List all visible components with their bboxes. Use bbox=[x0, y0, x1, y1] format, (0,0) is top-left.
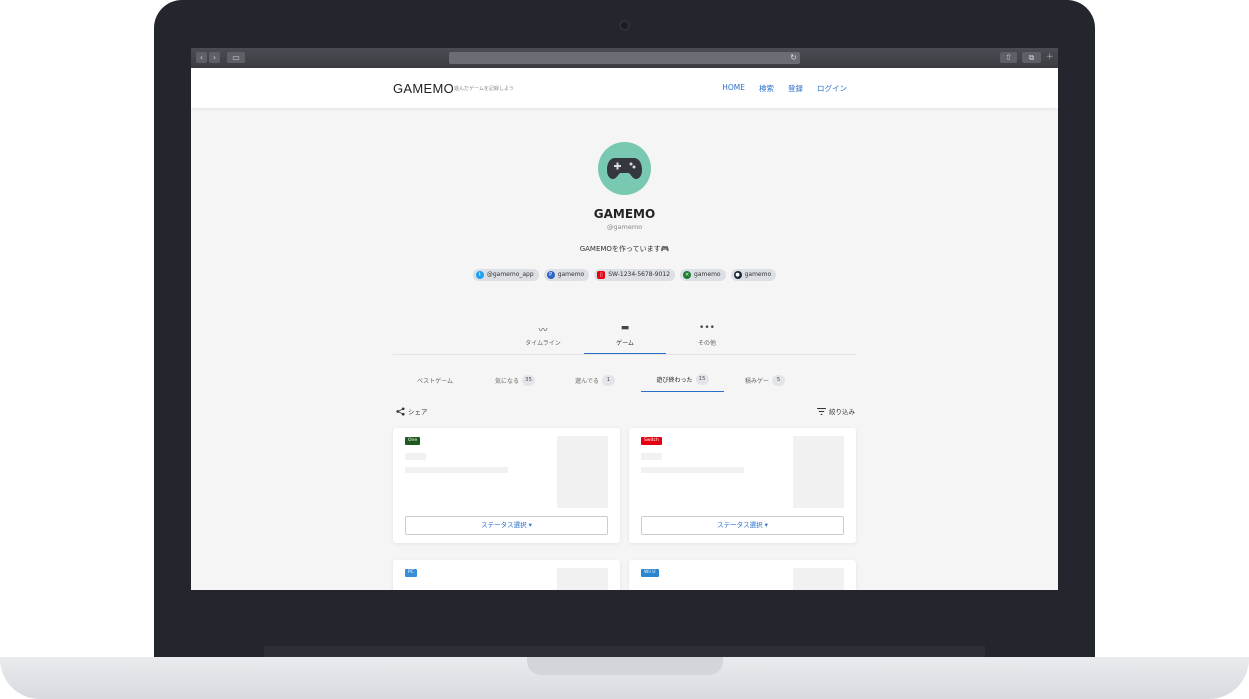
browser-toolbar: ‹ › ▭ ↻ ⇧ ⧉ + bbox=[191, 48, 1058, 68]
gamepad-icon bbox=[607, 158, 642, 179]
chip-label: SW-1234-5678-9012 bbox=[608, 271, 671, 278]
reload-icon[interactable]: ↻ bbox=[790, 52, 797, 64]
chip-label: @gamemo_app bbox=[486, 271, 534, 278]
subtab-best[interactable]: ベストゲーム bbox=[403, 368, 467, 392]
chip-switch[interactable]: ▯ SW-1234-5678-9012 bbox=[594, 269, 676, 281]
subtab-count: 15 bbox=[695, 374, 709, 385]
twitter-icon: t bbox=[475, 271, 484, 279]
profile-handle: @gamemo bbox=[606, 223, 643, 231]
platform-badge: One bbox=[405, 437, 421, 445]
caret-down-icon: ▾ bbox=[764, 521, 768, 529]
cover-image bbox=[793, 568, 844, 590]
game-card[interactable]: Switch ステータス選択 ▾ bbox=[629, 428, 856, 543]
subtab-finished[interactable]: 遊び終わった 15 bbox=[641, 368, 724, 392]
title-placeholder bbox=[641, 453, 662, 460]
game-card[interactable]: Wii U bbox=[629, 560, 856, 590]
subtab-label: 遊んでる bbox=[575, 377, 599, 385]
chip-twitter[interactable]: t @gamemo_app bbox=[472, 269, 539, 281]
tabs-icon[interactable]: ⧉ bbox=[1022, 52, 1041, 63]
avatar bbox=[598, 142, 651, 195]
profile-bio: GAMEMOを作っています🎮 bbox=[579, 245, 670, 253]
subtitle-placeholder bbox=[405, 467, 508, 473]
subtitle-placeholder bbox=[641, 467, 744, 473]
game-card[interactable]: One ステータス選択 ▾ bbox=[393, 428, 620, 543]
subtab-count: 5 bbox=[772, 374, 785, 386]
main-tabs: 〰 タイムライン ▬ ゲーム ••• その他 bbox=[393, 319, 856, 355]
address-bar[interactable]: ↻ bbox=[449, 52, 800, 64]
share-icon[interactable]: ⇧ bbox=[1000, 52, 1017, 63]
nav-login[interactable]: ログイン bbox=[817, 83, 847, 94]
subtab-label: 気になる bbox=[494, 377, 519, 385]
tab-other[interactable]: ••• その他 bbox=[666, 319, 748, 354]
chip-label: gamemo bbox=[694, 271, 721, 278]
status-select-button[interactable]: ステータス選択 ▾ bbox=[641, 516, 844, 535]
more-icon: ••• bbox=[699, 323, 715, 333]
chip-label: gamemo bbox=[557, 271, 585, 278]
platform-badge: PC bbox=[405, 569, 417, 577]
subtab-label: ベストゲーム bbox=[417, 377, 453, 385]
main-nav: HOME 検索 登録 ログイン bbox=[722, 83, 847, 94]
new-tab-icon[interactable]: + bbox=[1046, 52, 1054, 62]
camera bbox=[619, 20, 630, 31]
chip-playstation[interactable]: P gamemo bbox=[543, 269, 590, 281]
subtab-label: 遊び終わった bbox=[656, 377, 693, 384]
subtab-interested[interactable]: 気になる 35 bbox=[483, 368, 547, 392]
game-card[interactable]: PC bbox=[393, 560, 620, 590]
sub-tabs: ベストゲーム 気になる 35 遊んでる 1 遊び終わった 15 積みゲー 5 bbox=[393, 368, 856, 392]
filter-button[interactable]: 絞り込み bbox=[817, 406, 855, 416]
caret-down-icon: ▾ bbox=[528, 521, 532, 529]
steam-icon: ● bbox=[733, 271, 742, 279]
platform-badge: Switch bbox=[641, 437, 662, 445]
profile-name: GAMEMO bbox=[593, 207, 656, 221]
gamepad-icon: ▬ bbox=[620, 323, 630, 333]
tab-label: その他 bbox=[697, 340, 716, 347]
status-label: ステータス選択 bbox=[481, 521, 527, 529]
chip-xbox[interactable]: ✕ gamemo bbox=[680, 269, 726, 281]
chip-label: gamemo bbox=[744, 271, 772, 278]
filter-icon bbox=[817, 407, 826, 415]
subtab-playing[interactable]: 遊んでる 1 bbox=[563, 368, 627, 392]
nav-search[interactable]: 検索 bbox=[759, 83, 774, 94]
tab-label: タイムライン bbox=[525, 340, 561, 347]
platform-badge: Wii U bbox=[641, 569, 659, 577]
cover-image bbox=[793, 436, 844, 508]
logo[interactable]: GAMEMO bbox=[393, 81, 454, 96]
tab-label: ゲーム bbox=[616, 340, 634, 347]
forward-icon[interactable]: › bbox=[209, 52, 220, 63]
back-icon[interactable]: ‹ bbox=[196, 52, 207, 63]
cover-image bbox=[557, 568, 608, 590]
tab-timeline[interactable]: 〰 タイムライン bbox=[502, 319, 584, 354]
share-button[interactable]: シェア bbox=[396, 406, 428, 416]
tagline: 遊んだゲームを記録しよう bbox=[454, 86, 514, 92]
browser-screen: ‹ › ▭ ↻ ⇧ ⧉ + GAMEMO 遊んだゲームを記録しよう HOME 検… bbox=[191, 48, 1058, 590]
status-select-button[interactable]: ステータス選択 ▾ bbox=[405, 516, 608, 535]
app-header: GAMEMO 遊んだゲームを記録しよう HOME 検索 登録 ログイン bbox=[191, 68, 1058, 108]
social-links: t @gamemo_app P gamemo ▯ SW-1234-5678-90… bbox=[191, 269, 1058, 281]
share-icon bbox=[396, 406, 405, 416]
title-placeholder bbox=[405, 453, 426, 460]
subtab-count: 1 bbox=[601, 374, 615, 386]
subtab-label: 積みゲー bbox=[744, 377, 769, 385]
nav-register[interactable]: 登録 bbox=[788, 83, 803, 94]
nintendo-switch-icon: ▯ bbox=[597, 271, 606, 279]
subtab-backlog[interactable]: 積みゲー 5 bbox=[733, 368, 797, 392]
filter-label: 絞り込み bbox=[829, 408, 855, 416]
chip-steam[interactable]: ● gamemo bbox=[730, 269, 777, 281]
status-label: ステータス選択 bbox=[717, 521, 763, 529]
xbox-icon: ✕ bbox=[683, 271, 692, 279]
cover-image bbox=[557, 436, 608, 508]
nav-home[interactable]: HOME bbox=[722, 83, 745, 94]
subtab-count: 35 bbox=[522, 374, 535, 386]
tab-game[interactable]: ▬ ゲーム bbox=[584, 319, 666, 354]
share-label: シェア bbox=[408, 408, 428, 416]
sidebar-icon[interactable]: ▭ bbox=[227, 52, 245, 63]
playstation-icon: P bbox=[546, 271, 555, 279]
laptop-notch bbox=[527, 657, 723, 675]
timeline-icon: 〰 bbox=[538, 326, 548, 336]
